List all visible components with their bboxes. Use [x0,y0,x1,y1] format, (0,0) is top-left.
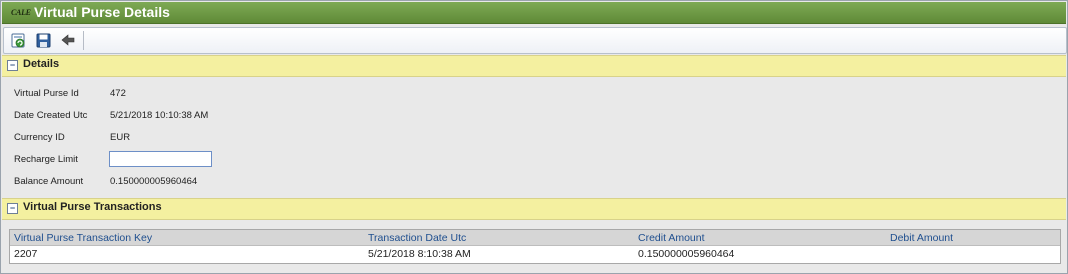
date-created-label: Date Created Utc [14,110,88,121]
cell-transaction-date: 5/21/2018 8:10:38 AM [368,248,471,260]
grid-header-row: Virtual Purse Transaction Key Transactio… [10,230,1060,246]
cell-transaction-key: 2207 [14,248,38,260]
window-frame: CALE Virtual Purse Details − Details Vir… [0,0,1068,274]
cale-logo: CALE [11,8,31,17]
transactions-section-title: Virtual Purse Transactions [23,201,162,213]
column-header-transaction-date[interactable]: Transaction Date Utc [368,232,466,244]
currency-value: EUR [110,132,131,143]
details-section-title: Details [23,58,60,70]
recharge-limit-label: Recharge Limit [14,154,78,165]
save-button[interactable] [35,32,52,49]
recharge-limit-input[interactable] [109,151,212,167]
column-header-debit-amount[interactable]: Debit Amount [890,232,953,244]
column-header-credit-amount[interactable]: Credit Amount [638,232,705,244]
back-button[interactable] [60,32,77,49]
toolbar-separator [83,31,84,50]
save-icon [36,33,51,48]
date-created-value: 5/21/2018 10:10:38 AM [110,110,209,121]
transactions-grid: Virtual Purse Transaction Key Transactio… [9,229,1061,264]
toolbar [3,27,1067,54]
transactions-section-header: − Virtual Purse Transactions [2,198,1066,220]
virtual-purse-id-label: Virtual Purse Id [14,88,79,99]
details-section-header: − Details [2,55,1066,77]
virtual-purse-id-value: 472 [110,88,126,99]
back-icon [61,34,75,46]
currency-label: Currency ID [14,132,65,143]
refresh-button[interactable] [10,32,27,49]
collapse-transactions-icon[interactable]: − [7,203,18,214]
page-title: Virtual Purse Details [34,4,170,20]
refresh-icon [11,33,25,48]
balance-amount-label: Balance Amount [14,176,84,187]
cell-credit-amount: 0.150000005960464 [638,248,735,260]
column-header-transaction-key[interactable]: Virtual Purse Transaction Key [14,232,152,244]
balance-amount-value: 0.150000005960464 [110,176,198,187]
title-bar: CALE Virtual Purse Details [2,2,1066,24]
collapse-details-icon[interactable]: − [7,60,18,71]
